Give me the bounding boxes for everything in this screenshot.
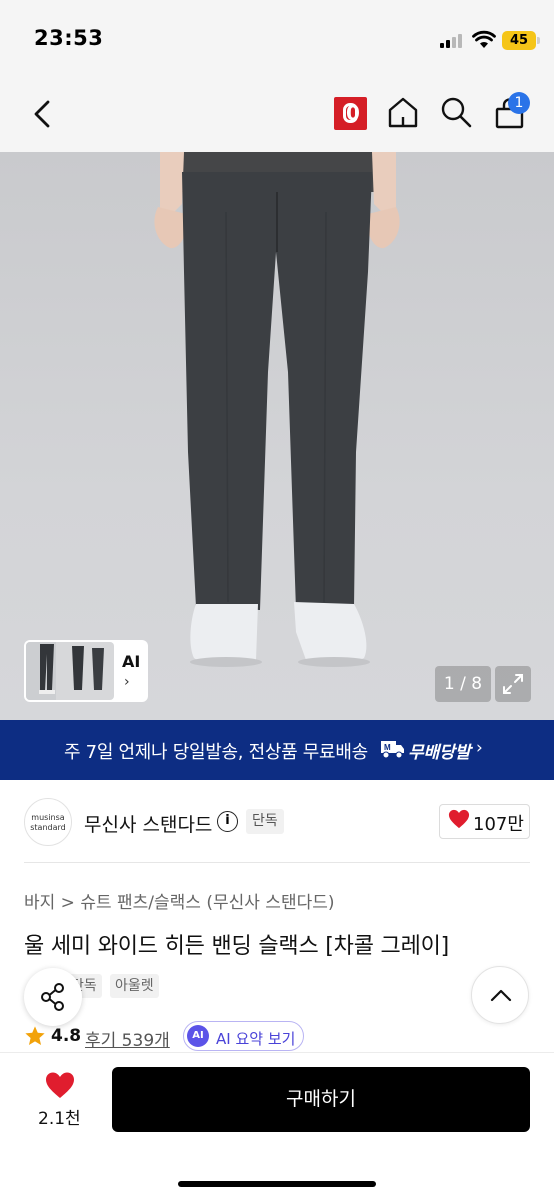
zero-badge-icon[interactable]: 0 <box>334 97 367 130</box>
breadcrumb[interactable]: 바지 > 슈트 팬츠/슬랙스 (무신사 스탠다드) <box>24 888 335 913</box>
battery-tip <box>537 37 540 44</box>
share-button[interactable] <box>24 968 82 1026</box>
chevron-up-icon <box>490 989 512 1002</box>
brand-name[interactable]: 무신사 스탠다드 <box>84 810 212 837</box>
buy-button[interactable]: 구매하기 <box>112 1067 530 1132</box>
tag-outlet: 아울렛 <box>110 974 159 998</box>
brand-logo[interactable]: musinsa standard <box>24 798 72 846</box>
status-bar: 23:53 45 <box>0 0 554 80</box>
heart-icon <box>448 809 470 829</box>
star-icon <box>25 1026 45 1045</box>
product-image[interactable] <box>0 152 554 720</box>
thumbnail-ai-label: AI <box>122 652 141 671</box>
battery-icon: 45 <box>502 31 536 50</box>
home-icon[interactable] <box>386 95 420 129</box>
expand-button[interactable] <box>495 666 531 702</box>
divider <box>24 862 530 863</box>
ai-badge-icon: AI <box>187 1025 209 1047</box>
status-time: 23:53 <box>34 26 104 50</box>
search-icon[interactable] <box>440 96 472 128</box>
heart-icon[interactable] <box>45 1071 75 1099</box>
product-photo-trousers <box>154 152 400 667</box>
brand-logo-line1: musinsa <box>31 813 65 822</box>
exclusive-tag: 단독 <box>246 809 284 834</box>
banner-brand: 무배당발 <box>408 743 471 763</box>
image-counter: 1 / 8 <box>435 666 491 702</box>
thumbnail-chevron-icon: › <box>124 674 130 690</box>
scroll-top-button[interactable] <box>471 966 529 1024</box>
home-indicator <box>178 1181 376 1187</box>
banner-text: 주 7일 언제나 당일발송, 전상품 무료배송 <box>64 742 368 763</box>
like-count: 107만 <box>473 814 524 835</box>
share-icon <box>41 983 64 1011</box>
cellular-signal-icon <box>440 34 466 48</box>
chevron-left-icon[interactable] <box>28 96 60 132</box>
truck-icon: M <box>381 741 404 759</box>
review-link[interactable]: 후기 539개 <box>85 1026 170 1051</box>
svg-text:M: M <box>384 743 391 752</box>
cart-count-badge: 1 <box>508 92 530 114</box>
ai-summary-label: AI 요약 보기 <box>216 1030 296 1048</box>
expand-icon <box>503 674 523 694</box>
product-title: 울 세미 와이드 히든 밴딩 슬랙스 [차콜 그레이] <box>24 934 450 959</box>
info-icon[interactable]: i <box>217 811 238 832</box>
wish-count: 2.1천 <box>38 1109 81 1129</box>
rating-value: 4.8 <box>51 1026 82 1046</box>
wifi-icon <box>472 30 496 48</box>
brand-logo-line2: standard <box>30 823 66 832</box>
thumbnail-image[interactable] <box>26 642 114 700</box>
chevron-right-icon: › <box>476 738 483 758</box>
